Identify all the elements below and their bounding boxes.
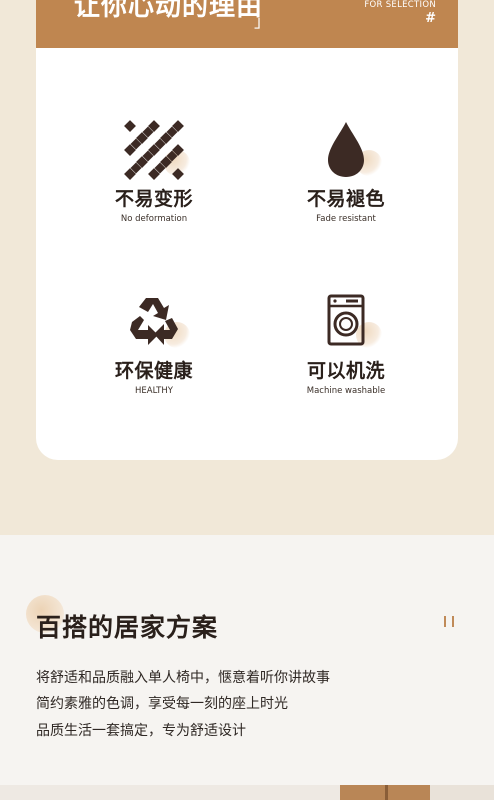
washing-machine-icon <box>327 294 365 346</box>
feature-title: 可以机洗 <box>306 360 385 382</box>
feature-no-deformation: 不易变形 No deformation <box>69 120 239 224</box>
section-title: 百搭的居家方案 <box>36 613 219 642</box>
header-bar: 让你心动的理由 」 FOR SELECTION # <box>36 0 458 48</box>
diamond-grid-icon <box>124 120 184 180</box>
for-selection-label: FOR SELECTION <box>364 0 436 10</box>
feature-title: 环保健康 <box>114 360 193 382</box>
feature-subtitle: Fade resistant <box>316 214 376 224</box>
description-line: 品质生活一套搞定，专为舒适设计 <box>36 723 246 739</box>
features-card: 不易变形 No deformation 不易褪色 Fade resistant <box>36 48 458 460</box>
feature-healthy: 环保健康 HEALTHY <box>69 292 239 396</box>
description-line: 将舒适和品质融入单人椅中，惬意着听你讲故事 <box>36 670 330 686</box>
feature-title: 不易变形 <box>114 188 193 210</box>
header-title: 让你心动的理由 <box>74 0 264 22</box>
product-photo <box>0 785 494 800</box>
feature-subtitle: No deformation <box>120 214 188 224</box>
pause-icon <box>444 616 458 628</box>
feature-fade-resistant: 不易褪色 Fade resistant <box>261 120 431 224</box>
feature-machine-washable: 可以机洗 Machine washable <box>261 292 431 396</box>
water-drop-icon <box>328 122 364 177</box>
description-line: 简约素雅的色调，享受每一刻的座上时光 <box>36 696 288 712</box>
feature-subtitle: HEALTHY <box>135 386 173 396</box>
feature-title: 不易褪色 <box>306 188 385 210</box>
home-solution-section: 百搭的居家方案 将舒适和品质融入单人椅中，惬意着听你讲故事 简约素雅的色调，享受… <box>0 535 494 785</box>
header-bracket: 」 <box>254 12 271 31</box>
recycle-icon <box>130 298 178 345</box>
hash-label: # <box>425 11 436 26</box>
selection-section: 让你心动的理由 」 FOR SELECTION # 不易变形 No deform… <box>0 0 494 535</box>
feature-subtitle: Machine washable <box>306 386 386 396</box>
